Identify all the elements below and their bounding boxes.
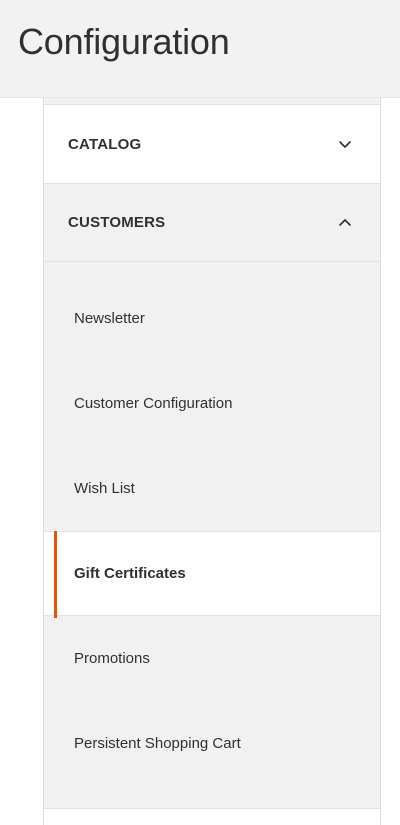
nav-item-gift-certificates[interactable]: Gift Certificates (44, 531, 380, 618)
nav-item-wish-list[interactable]: Wish List (44, 446, 380, 531)
nav-item-label: Wish List (74, 480, 135, 497)
section-label-customers: CUSTOMERS (68, 214, 166, 231)
config-navigation: CATALOG CUSTOMERS Newsletter Customer Co… (43, 98, 381, 825)
chevron-up-icon (338, 218, 352, 228)
page-header: Configuration (0, 0, 400, 98)
section-label-catalog: CATALOG (68, 135, 142, 153)
chevron-down-icon (338, 139, 352, 149)
nav-item-label: Persistent Shopping Cart (74, 735, 241, 752)
nav-item-persistent-shopping-cart[interactable]: Persistent Shopping Cart (44, 701, 380, 786)
nav-item-label: Promotions (74, 650, 150, 667)
nav-item-newsletter[interactable]: Newsletter (44, 276, 380, 361)
next-section-edge (44, 808, 380, 825)
section-catalog[interactable]: CATALOG (44, 104, 380, 184)
section-customers[interactable]: CUSTOMERS (44, 184, 380, 262)
active-item-indicator (54, 531, 57, 618)
nav-item-promotions[interactable]: Promotions (44, 616, 380, 701)
nav-item-label: Customer Configuration (74, 395, 233, 412)
customers-submenu: Newsletter Customer Configuration Wish L… (44, 276, 380, 786)
nav-item-label: Gift Certificates (74, 565, 186, 582)
nav-item-label: Newsletter (74, 310, 145, 327)
nav-item-customer-configuration[interactable]: Customer Configuration (44, 361, 380, 446)
configuration-page: Configuration CATALOG CUSTOMERS Newslett… (0, 0, 400, 825)
page-title: Configuration (18, 21, 230, 62)
